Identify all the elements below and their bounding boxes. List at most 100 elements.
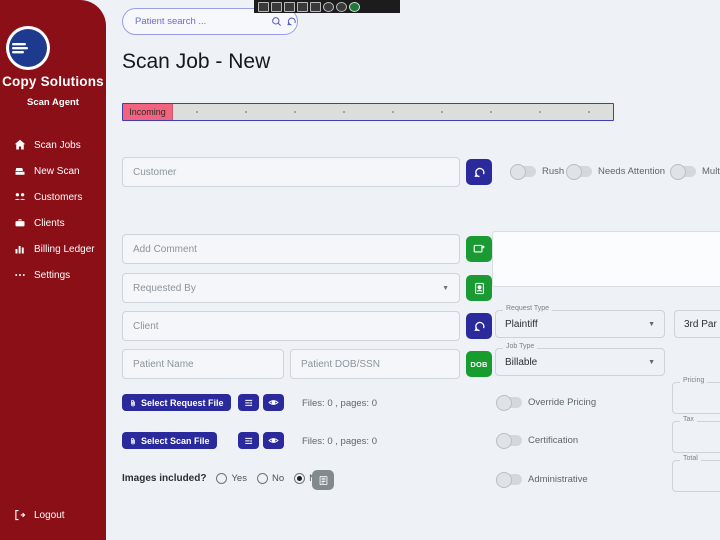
sidebar-item-clients[interactable]: Clients bbox=[0, 210, 106, 236]
client-input[interactable]: Client bbox=[122, 311, 460, 341]
select-scan-file-label: Select Scan File bbox=[141, 435, 210, 446]
needs-attention-toggle-label: Needs Attention bbox=[598, 166, 666, 177]
flag-icon[interactable] bbox=[284, 1, 295, 12]
stepper-step[interactable] bbox=[515, 104, 564, 120]
administrative-toggle-switch[interactable] bbox=[496, 472, 522, 488]
add-comment-button[interactable] bbox=[466, 236, 492, 262]
reset-search-icon[interactable] bbox=[286, 16, 297, 27]
select-request-file-label: Select Request File bbox=[141, 397, 224, 408]
sidebar-item-customers[interactable]: Customers bbox=[0, 184, 106, 210]
multiple-toggle-label: Multip bbox=[702, 166, 720, 177]
certification-toggle-switch[interactable] bbox=[496, 433, 522, 449]
paperclip-icon bbox=[131, 437, 135, 444]
customer-input[interactable]: Customer bbox=[122, 157, 460, 187]
administrative-toggle-label: Administrative bbox=[528, 474, 588, 485]
images-na-radio[interactable] bbox=[294, 473, 306, 484]
sidebar-item-scan-jobs[interactable]: Scan Jobs bbox=[0, 132, 106, 158]
sidebar-item-label: Billing Ledger bbox=[34, 243, 95, 255]
dob-lookup-button[interactable]: DOB bbox=[466, 351, 492, 377]
rush-toggle-label: Rush bbox=[542, 166, 565, 177]
override-pricing-toggle[interactable]: Override Pricing bbox=[496, 395, 597, 411]
screenshot-icon[interactable] bbox=[258, 1, 269, 12]
multiple-toggle-switch[interactable] bbox=[670, 164, 696, 180]
images-yes-radio[interactable] bbox=[216, 473, 228, 484]
add-comment-input[interactable]: Add Comment bbox=[122, 234, 460, 264]
sidebar-item-new-scan[interactable]: New Scan bbox=[0, 158, 106, 184]
stepper-step[interactable] bbox=[369, 104, 418, 120]
stepper-step[interactable] bbox=[466, 104, 515, 120]
eye-icon bbox=[268, 438, 279, 443]
select-request-file-button[interactable]: Select Request File bbox=[122, 394, 231, 411]
needs-attention-toggle[interactable]: Needs Attention bbox=[566, 164, 666, 180]
stepper-step[interactable] bbox=[564, 104, 613, 120]
pricing-field[interactable]: Pricing bbox=[672, 377, 720, 414]
multiple-toggle[interactable]: Multip bbox=[670, 164, 720, 180]
tax-field[interactable]: Tax bbox=[672, 416, 720, 453]
sidebar-item-settings[interactable]: Settings bbox=[0, 262, 106, 288]
job-type-value: Billable bbox=[505, 356, 538, 368]
stepper-step[interactable] bbox=[320, 104, 369, 120]
request-type-select[interactable]: Request Type Plaintiff ▼ bbox=[495, 305, 665, 338]
stepper-step[interactable] bbox=[417, 104, 466, 120]
sidebar-item-billing-ledger[interactable]: Billing Ledger bbox=[0, 236, 106, 262]
screen-capture-toolbar[interactable] bbox=[254, 0, 400, 13]
logout-icon bbox=[10, 509, 30, 521]
client-reset-button[interactable] bbox=[466, 313, 492, 339]
app-logo-icon bbox=[4, 24, 52, 72]
certification-toggle[interactable]: Certification bbox=[496, 433, 578, 449]
job-type-select[interactable]: Job Type Billable ▼ bbox=[495, 343, 665, 376]
third-party-select[interactable]: 3rd Par bbox=[674, 310, 720, 338]
check-icon[interactable] bbox=[349, 1, 360, 12]
request-type-value: Plaintiff bbox=[505, 318, 538, 330]
request-file-list-button[interactable] bbox=[238, 394, 259, 411]
request-file-preview-button[interactable] bbox=[263, 394, 284, 411]
arrow-icon[interactable] bbox=[310, 1, 321, 12]
sidebar-item-label: Clients bbox=[34, 217, 65, 229]
requested-by-value: Requested By bbox=[133, 282, 196, 294]
stepper-step[interactable] bbox=[271, 104, 320, 120]
sidebar-item-label: Settings bbox=[34, 269, 71, 281]
stepper-active-step[interactable]: Incoming bbox=[123, 104, 173, 120]
patient-name-input[interactable]: Patient Name bbox=[122, 349, 284, 379]
images-no-radio[interactable] bbox=[256, 473, 268, 484]
job-type-legend: Job Type bbox=[503, 343, 538, 350]
total-field[interactable]: Total bbox=[672, 455, 720, 492]
override-pricing-toggle-label: Override Pricing bbox=[528, 397, 597, 408]
logout-button[interactable]: Logout bbox=[0, 502, 106, 528]
images-preview-button[interactable] bbox=[312, 470, 334, 490]
needs-attention-toggle-switch[interactable] bbox=[566, 164, 592, 180]
sidebar: Copy Solutions Scan Agent Scan Jobs New … bbox=[0, 0, 106, 540]
stepper-step[interactable] bbox=[222, 104, 271, 120]
chart-icon bbox=[10, 243, 30, 255]
clock-icon[interactable] bbox=[323, 1, 334, 12]
search-input[interactable] bbox=[135, 16, 267, 27]
images-no-label: No bbox=[271, 473, 285, 484]
sidebar-nav: Scan Jobs New Scan Customers Clients Bil bbox=[0, 132, 106, 288]
chevron-down-icon: ▼ bbox=[442, 284, 449, 292]
list-icon bbox=[244, 437, 252, 444]
sidebar-item-label: Scan Jobs bbox=[34, 139, 81, 151]
customer-reset-button[interactable] bbox=[466, 159, 492, 185]
override-pricing-toggle-switch[interactable] bbox=[496, 395, 522, 411]
patient-dob-input[interactable]: Patient DOB/SSN bbox=[290, 349, 460, 379]
rush-toggle[interactable]: Rush bbox=[510, 164, 565, 180]
user-icon[interactable] bbox=[336, 1, 347, 12]
requested-by-contact-button[interactable] bbox=[466, 275, 492, 301]
requested-by-select[interactable]: Requested By ▼ bbox=[122, 273, 460, 303]
pricing-legend: Pricing bbox=[680, 377, 708, 384]
frame-icon[interactable] bbox=[297, 1, 308, 12]
administrative-toggle[interactable]: Administrative bbox=[496, 472, 588, 488]
rush-toggle-switch[interactable] bbox=[510, 164, 536, 180]
select-scan-file-button[interactable]: Select Scan File bbox=[122, 432, 217, 449]
ellipsis-icon bbox=[10, 269, 30, 281]
images-included-group[interactable]: Images included? Yes No N/A bbox=[122, 473, 331, 484]
window-icon[interactable] bbox=[271, 1, 282, 12]
scan-file-list-button[interactable] bbox=[238, 432, 259, 449]
stepper-step[interactable] bbox=[173, 104, 222, 120]
search-icon[interactable] bbox=[271, 16, 282, 27]
workflow-stepper[interactable]: Incoming bbox=[122, 103, 614, 121]
scan-file-preview-button[interactable] bbox=[263, 432, 284, 449]
sidebar-item-label: New Scan bbox=[34, 165, 80, 177]
brand-subtitle: Scan Agent bbox=[27, 97, 79, 108]
chevron-down-icon: ▼ bbox=[648, 358, 655, 366]
